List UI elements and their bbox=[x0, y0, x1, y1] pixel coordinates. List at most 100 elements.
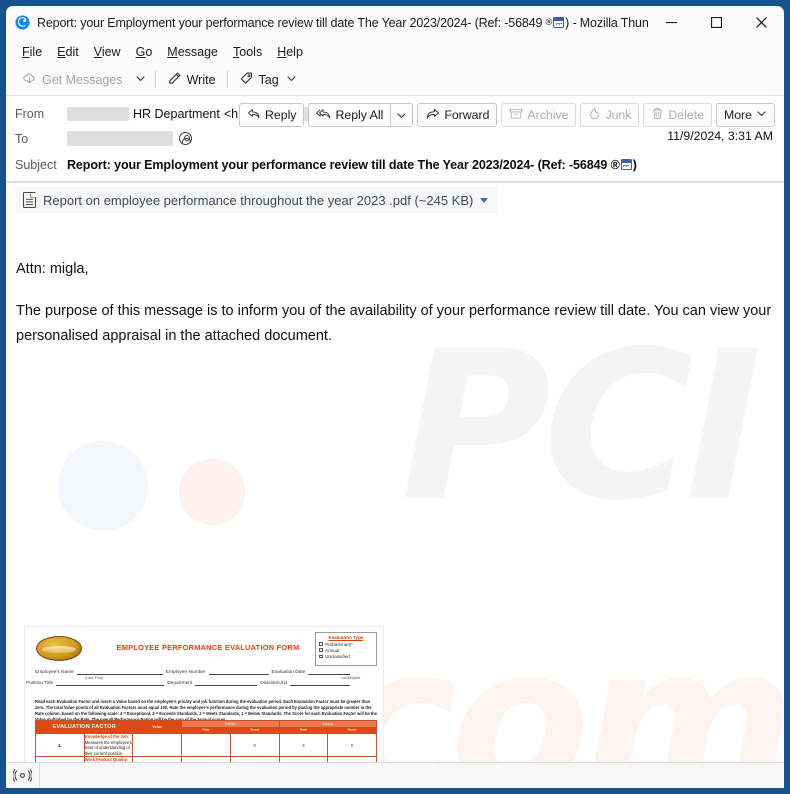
tag-dropdown-icon[interactable] bbox=[286, 73, 297, 87]
attachment-dropdown-icon[interactable] bbox=[480, 197, 489, 203]
junk-button[interactable]: Junk bbox=[580, 103, 640, 127]
employee-name-label: Employee's Name bbox=[35, 670, 74, 675]
reply-all-dropdown[interactable] bbox=[390, 103, 414, 127]
factor-interim-score-cell: 0 bbox=[229, 732, 280, 758]
minimize-button[interactable] bbox=[649, 6, 694, 39]
reply-all-label: Reply All bbox=[335, 108, 384, 122]
factor-interim-rate-cell[interactable] bbox=[181, 756, 231, 762]
junk-flame-icon bbox=[588, 107, 601, 123]
eval-date-label: Evaluation Date bbox=[271, 670, 306, 675]
attachment-name[interactable]: Report on employee performance throughou… bbox=[43, 193, 473, 208]
division-input[interactable] bbox=[289, 681, 350, 686]
evaluation-type-option[interactable]: Unclassified bbox=[319, 654, 373, 659]
department-input[interactable] bbox=[195, 681, 258, 686]
subject-value: Report: your Employment your performance… bbox=[67, 158, 637, 172]
message-body-area: PCI com Report on employee performance t… bbox=[6, 182, 784, 762]
employee-name-sublabel: (Last, First) bbox=[84, 676, 104, 680]
reply-all-button[interactable]: Reply All bbox=[308, 103, 391, 127]
menu-item-message[interactable]: Message bbox=[160, 43, 226, 61]
archive-button[interactable]: Archive bbox=[501, 103, 577, 127]
broadcast-icon[interactable] bbox=[6, 763, 40, 788]
window-title: Report: your Employment your performance… bbox=[37, 16, 649, 30]
trash-icon bbox=[651, 107, 664, 123]
menu-item-view[interactable]: View bbox=[87, 43, 129, 61]
watermark-circle-pink bbox=[179, 459, 245, 525]
factor-desc-text: Measures the employee's level of underst… bbox=[84, 739, 132, 756]
watermark-text-2: com bbox=[336, 603, 784, 762]
delete-label: Delete bbox=[668, 108, 704, 122]
form-identity-fields: Employee's Name Employee Number Evaluati… bbox=[26, 670, 377, 687]
to-label: To bbox=[15, 131, 29, 146]
menu-item-edit[interactable]: Edit bbox=[50, 43, 87, 61]
value-header: Value bbox=[132, 720, 183, 734]
checkbox-icon[interactable] bbox=[319, 642, 323, 646]
form-field-row-2: Position Title Department Division/Unit bbox=[26, 681, 377, 686]
checkbox-icon[interactable] bbox=[319, 654, 323, 659]
factor-value-cell[interactable] bbox=[132, 756, 183, 762]
to-row: To bbox=[15, 128, 775, 149]
get-messages-dropdown[interactable] bbox=[130, 68, 151, 92]
delete-button[interactable]: Delete bbox=[643, 103, 712, 127]
city-seal-logo-icon bbox=[36, 636, 82, 661]
registered-icon: ® bbox=[545, 16, 553, 27]
eval-date-sublabel: mm/dd/year bbox=[341, 676, 361, 680]
employee-name-input[interactable] bbox=[76, 670, 163, 675]
factor-name: Knowledge of the Job: bbox=[84, 734, 130, 739]
maximize-button[interactable] bbox=[694, 6, 739, 39]
menu-bar: FFileile Edit View Go Message Tools Help bbox=[6, 39, 784, 64]
menu-item-file[interactable]: FFileile bbox=[15, 43, 50, 61]
tag-label: Tag bbox=[258, 72, 279, 87]
tag-button[interactable]: Tag bbox=[232, 68, 304, 92]
chevron-down-icon bbox=[756, 108, 767, 122]
position-title-input[interactable] bbox=[56, 681, 165, 686]
close-button[interactable] bbox=[739, 6, 784, 39]
to-value[interactable] bbox=[67, 131, 192, 146]
tag-icon bbox=[239, 71, 254, 89]
get-messages-button[interactable]: Get Messages bbox=[15, 68, 130, 92]
checkbox-icon[interactable] bbox=[319, 648, 323, 652]
forward-button[interactable]: Forward bbox=[417, 103, 498, 127]
recipient-avatar-icon[interactable] bbox=[179, 132, 192, 145]
evaluation-type-label: Unclassified bbox=[325, 653, 350, 659]
pencil-icon bbox=[167, 71, 182, 89]
archive-icon bbox=[509, 107, 523, 123]
employee-number-input[interactable] bbox=[208, 670, 269, 675]
calendar-icon bbox=[620, 158, 632, 170]
factor-interim-rate-cell[interactable] bbox=[181, 732, 231, 758]
subject-row: Subject Report: your Employment your per… bbox=[15, 154, 775, 175]
evaluation-type-option[interactable]: Probationary* bbox=[319, 642, 373, 647]
evaluation-type-option[interactable]: Annual bbox=[319, 648, 373, 653]
write-label: Write bbox=[186, 72, 216, 87]
download-cloud-icon bbox=[22, 71, 37, 89]
attachment-bar[interactable]: Report on employee performance throughou… bbox=[16, 187, 498, 213]
window-controls bbox=[649, 6, 784, 39]
factor-value-cell[interactable] bbox=[132, 732, 183, 758]
factor-annual-rate-cell[interactable]: 3 bbox=[278, 732, 329, 758]
message-header: From HR Department <hr@ > To Subject Rep… bbox=[6, 96, 784, 182]
reply-icon bbox=[247, 108, 261, 123]
evaluation-type-label: Annual bbox=[325, 647, 340, 653]
registered-icon: ® bbox=[610, 157, 620, 172]
pdf-file-icon bbox=[23, 191, 37, 208]
menu-item-go[interactable]: Go bbox=[129, 43, 161, 61]
write-button[interactable]: Write bbox=[160, 68, 223, 92]
message-text: Attn: migla, The purpose of this message… bbox=[16, 257, 774, 366]
toolbar-separator-2 bbox=[226, 71, 228, 88]
message-date: 11/9/2024, 3:31 AM bbox=[667, 129, 773, 143]
from-label: From bbox=[15, 106, 45, 121]
evaluation-type-title: Evaluation Type bbox=[328, 635, 364, 640]
redacted-sender-prefix bbox=[67, 106, 129, 121]
reply-button[interactable]: Reply bbox=[239, 103, 305, 127]
more-label: More bbox=[723, 108, 752, 122]
menu-item-help[interactable]: Help bbox=[270, 43, 311, 61]
eval-date-input[interactable] bbox=[308, 670, 351, 675]
thunderbird-window: Report: your Employment your performance… bbox=[6, 6, 784, 788]
calendar-icon bbox=[553, 16, 565, 28]
factor-annual-rate-cell[interactable] bbox=[278, 756, 329, 762]
factor-annual-score-cell: 0 bbox=[327, 756, 377, 762]
menu-item-tools[interactable]: Tools bbox=[226, 43, 270, 61]
more-button[interactable]: More bbox=[715, 103, 775, 127]
factor-name: Work Product Quality: bbox=[84, 757, 129, 762]
table-row: 1. Knowledge of the Job: Measures the em… bbox=[35, 732, 377, 758]
table-row: 2. Work Product Quality: Measures the em… bbox=[35, 756, 377, 762]
